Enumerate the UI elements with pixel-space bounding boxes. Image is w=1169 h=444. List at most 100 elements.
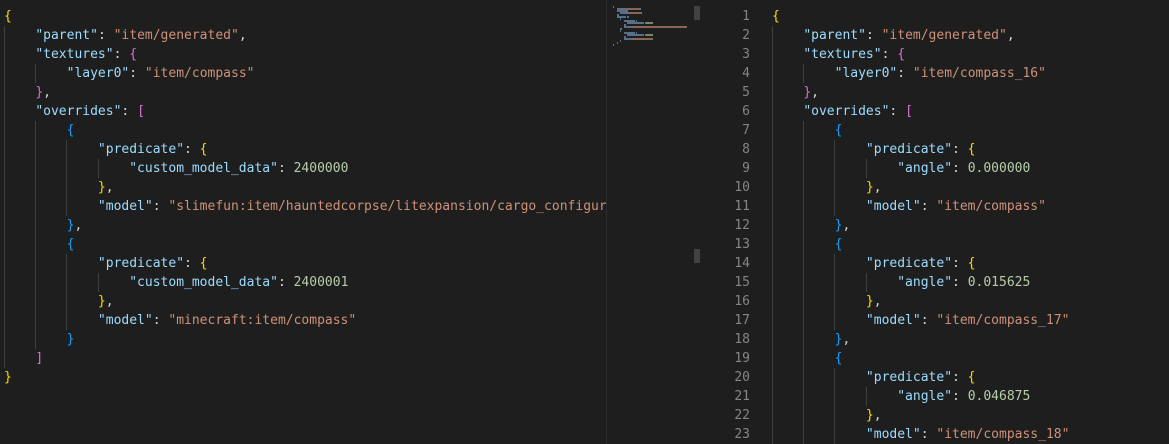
code-token: "item/compass" [144,66,255,81]
code-line[interactable]: }, [4,292,606,311]
line-number: 20 [734,370,750,385]
left-editor[interactable]: { "parent": "item/generated", "textures"… [0,0,606,444]
right-editor[interactable]: { "parent": "item/generated", "textures"… [768,0,1169,444]
minimap-mark [629,12,642,14]
code-token: "model" [865,199,921,214]
code-line[interactable]: "predicate": { [4,254,606,273]
indent-guide [834,368,836,387]
code-token: } [865,408,874,423]
line-number: 13 [734,237,750,252]
code-line[interactable]: "predicate": { [772,368,1069,387]
code-token: : [184,256,200,271]
code-line[interactable]: "angle": 0.046875 [772,387,1069,406]
code-line[interactable]: }, [772,330,1069,349]
indent-guide [772,254,773,273]
code-line[interactable]: "angle": 0.000000 [772,159,1069,178]
code-line[interactable]: "textures": { [772,45,1069,64]
left-scrollbar-thumb-top[interactable] [694,6,700,20]
code-line[interactable]: "overrides": [ [4,102,606,121]
code-token: , [842,332,851,347]
indent-guide [865,273,867,292]
code-token: : [952,161,968,176]
code-token: } [4,370,12,385]
code-line[interactable]: "model": "item/compass_18" [772,425,1070,444]
minimap-mark [646,34,653,36]
code-line[interactable]: }, [772,83,1069,102]
indent-guide [834,273,836,292]
code-line[interactable]: "custom_model_data": 2400000 [4,159,606,178]
code-token: "layer0" [834,66,898,81]
left-scrollbar[interactable] [690,0,704,444]
code-token: "predicate" [97,142,185,157]
code-line[interactable]: { [772,7,1069,26]
line-number: 5 [742,85,750,100]
code-token: } [865,180,874,195]
code-line[interactable]: } [4,330,606,349]
code-line[interactable]: "model": "item/compass" [772,197,1069,216]
left-code-area[interactable]: { "parent": "item/generated", "textures"… [4,7,606,387]
left-minimap[interactable] [606,0,691,444]
code-line[interactable]: "parent": "item/generated", [772,26,1069,45]
code-line[interactable]: "predicate": { [4,140,606,159]
indent-guide [834,406,836,425]
code-line[interactable]: "layer0": "item/compass" [4,64,606,83]
indent-guide [772,64,773,83]
code-line[interactable]: }, [4,216,606,235]
indent-guide [66,311,68,330]
code-line[interactable]: } [4,368,606,387]
code-line[interactable]: }, [772,178,1069,197]
indent-guide [772,178,773,197]
code-line[interactable]: "predicate": { [772,140,1069,159]
code-line[interactable]: { [4,7,606,26]
code-line[interactable]: { [4,121,606,140]
indent-guide [803,349,805,368]
code-line[interactable]: }, [772,216,1069,235]
left-scrollbar-thumb[interactable] [694,249,700,263]
code-token: : [952,256,968,271]
indent-guide [772,273,773,292]
code-line[interactable]: "layer0": "item/compass_16" [772,64,1069,83]
right-code-area[interactable]: { "parent": "item/generated", "textures"… [772,7,1069,444]
line-number: 18 [734,332,750,347]
code-line[interactable]: }, [772,406,1069,425]
line-number: 22 [734,408,750,423]
code-line[interactable]: "overrides": [ [772,102,1069,121]
code-line[interactable]: }, [772,292,1069,311]
code-line[interactable]: "model": "minecraft:item/compass" [4,311,606,330]
code-line[interactable]: { [772,349,1069,368]
code-line[interactable]: "custom_model_data": 2400001 [4,273,606,292]
indent-guide [35,254,37,273]
code-token: { [834,237,843,252]
code-line[interactable]: { [772,235,1069,254]
code-line[interactable]: "model": "item/compass_17" [772,311,1070,330]
code-line[interactable]: "model": "slimefun:item/hauntedcorpse/li… [4,197,606,216]
code-line[interactable]: { [4,235,606,254]
code-line[interactable]: { [772,121,1069,140]
code-line[interactable]: "textures": { [4,45,606,64]
indent-guide [772,102,773,121]
minimap-mark [631,38,654,40]
minimap-mark [640,8,641,10]
code-token: "minecraft:item/compass" [168,313,357,328]
minimap-mark [616,16,627,18]
code-line[interactable]: "predicate": { [772,254,1069,273]
code-line[interactable]: }, [4,178,606,197]
code-token: : [113,47,130,62]
code-line[interactable]: "parent": "item/generated", [4,26,606,45]
code-line[interactable]: "angle": 0.015625 [772,273,1069,292]
line-number: 3 [742,47,750,62]
line-number: 10 [734,180,750,195]
line-number: 12 [734,218,750,233]
indent-guide [834,197,836,216]
code-line[interactable]: ] [4,349,606,368]
code-line[interactable]: }, [4,83,606,102]
code-token: { [199,142,208,157]
code-token: "model" [865,427,921,442]
indent-guide [834,292,836,311]
